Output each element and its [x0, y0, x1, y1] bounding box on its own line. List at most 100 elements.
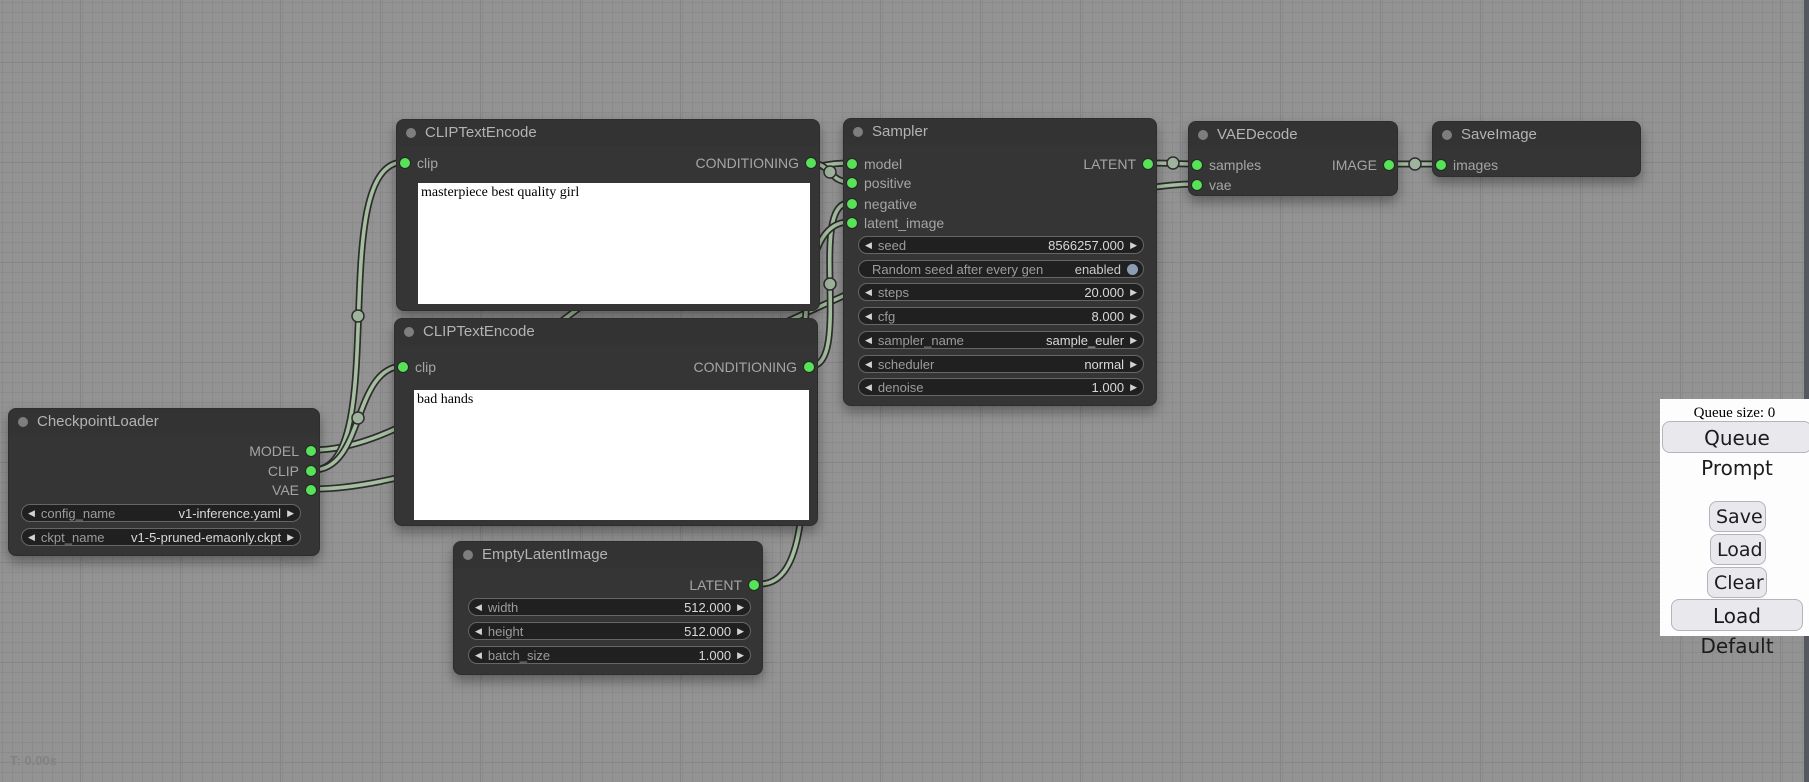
- combo-widget-ckpt_name[interactable]: ◀ckpt_namev1-5-pruned-emaonly.ckpt▶: [21, 528, 301, 546]
- queue-prompt-button[interactable]: Queue Prompt: [1662, 421, 1809, 453]
- combo-widget-steps[interactable]: ◀steps20.000▶: [858, 283, 1144, 301]
- output-slot-label: MODEL: [249, 443, 299, 459]
- left-arrow-icon[interactable]: ◀: [859, 331, 878, 349]
- output-slot-dot[interactable]: [1143, 159, 1153, 169]
- combo-widget-seed[interactable]: ◀seed8566257.000▶: [858, 236, 1144, 254]
- widget-value: 512.000: [684, 600, 731, 615]
- link-midpoint-dot-positive-conditioning[interactable]: [824, 166, 836, 178]
- right-arrow-icon[interactable]: ▶: [1124, 283, 1143, 301]
- combo-widget-sampler_name[interactable]: ◀sampler_namesample_euler▶: [858, 331, 1144, 349]
- node-clip-text-encode-negative[interactable]: CLIPTextEncodeclipCONDITIONINGbad hands: [394, 318, 818, 526]
- right-arrow-icon[interactable]: ▶: [731, 598, 750, 616]
- output-slot-dot[interactable]: [306, 485, 316, 495]
- left-arrow-icon[interactable]: ◀: [469, 598, 488, 616]
- left-arrow-icon[interactable]: ◀: [859, 355, 878, 373]
- node-collapse-dot-icon[interactable]: [18, 417, 28, 427]
- widget-value: 1.000: [699, 648, 732, 663]
- input-slot-latent_image: latent_image: [844, 214, 1156, 232]
- node-title-vae-decode[interactable]: VAEDecode: [1189, 122, 1397, 148]
- right-arrow-icon[interactable]: ▶: [1124, 355, 1143, 373]
- output-slot-dot[interactable]: [1384, 160, 1394, 170]
- combo-widget-scheduler[interactable]: ◀schedulernormal▶: [858, 355, 1144, 373]
- left-arrow-icon[interactable]: ◀: [469, 646, 488, 664]
- input-slot-dot[interactable]: [847, 199, 857, 209]
- left-arrow-icon[interactable]: ◀: [859, 283, 878, 301]
- output-slot-MODEL: MODEL: [9, 442, 319, 460]
- left-arrow-icon[interactable]: ◀: [859, 236, 878, 254]
- output-slot-dot[interactable]: [806, 158, 816, 168]
- input-slot-label: negative: [864, 196, 917, 212]
- input-slot-dot[interactable]: [847, 178, 857, 188]
- right-arrow-icon[interactable]: ▶: [281, 528, 300, 546]
- input-slot-dot[interactable]: [847, 218, 857, 228]
- output-slot-dot[interactable]: [306, 466, 316, 476]
- node-title-label: VAEDecode: [1217, 126, 1298, 143]
- left-arrow-icon[interactable]: ◀: [859, 307, 878, 325]
- node-collapse-dot-icon[interactable]: [406, 128, 416, 138]
- link-midpoint-dot-clip-to-negative-encode[interactable]: [352, 412, 364, 424]
- right-arrow-icon[interactable]: ▶: [1124, 378, 1143, 396]
- node-collapse-dot-icon[interactable]: [404, 327, 414, 337]
- node-save-image[interactable]: SaveImageimages: [1432, 121, 1641, 177]
- right-arrow-icon[interactable]: ▶: [1124, 307, 1143, 325]
- load-button[interactable]: Load: [1710, 534, 1766, 565]
- link-midpoint-dot-latent-to-decode[interactable]: [1167, 157, 1179, 169]
- combo-widget-cfg[interactable]: ◀cfg8.000▶: [858, 307, 1144, 325]
- node-checkpoint-loader[interactable]: CheckpointLoaderMODELCLIPVAE◀config_name…: [8, 408, 320, 556]
- prompt-textarea[interactable]: bad hands: [414, 390, 809, 520]
- combo-widget-width[interactable]: ◀width512.000▶: [468, 598, 751, 616]
- output-slot-dot[interactable]: [306, 446, 316, 456]
- toggle-indicator-icon[interactable]: [1127, 264, 1138, 275]
- right-arrow-icon[interactable]: ▶: [731, 646, 750, 664]
- node-title-empty-latent-image[interactable]: EmptyLatentImage: [454, 542, 762, 568]
- node-collapse-dot-icon[interactable]: [1198, 130, 1208, 140]
- node-collapse-dot-icon[interactable]: [463, 550, 473, 560]
- node-title-label: CLIPTextEncode: [425, 124, 537, 141]
- node-title-label: EmptyLatentImage: [482, 546, 608, 563]
- prompt-textarea[interactable]: masterpiece best quality girl: [418, 183, 810, 304]
- node-title-save-image[interactable]: SaveImage: [1433, 122, 1640, 148]
- clear-button[interactable]: Clear: [1707, 567, 1767, 598]
- vertical-scrollbar[interactable]: [1804, 0, 1809, 782]
- left-arrow-icon[interactable]: ◀: [22, 528, 41, 546]
- input-slot-label: positive: [864, 175, 911, 191]
- left-arrow-icon[interactable]: ◀: [859, 378, 878, 396]
- right-arrow-icon[interactable]: ▶: [1124, 236, 1143, 254]
- link-midpoint-dot-image-to-save[interactable]: [1409, 158, 1421, 170]
- output-slot-label: CONDITIONING: [696, 155, 799, 171]
- node-vae-decode[interactable]: VAEDecodesamplesvaeIMAGE: [1188, 121, 1398, 196]
- widget-value: 8.000: [1092, 309, 1125, 324]
- output-slot-dot[interactable]: [804, 362, 814, 372]
- node-collapse-dot-icon[interactable]: [853, 127, 863, 137]
- combo-widget-height[interactable]: ◀height512.000▶: [468, 622, 751, 640]
- link-midpoint-dot-negative-conditioning[interactable]: [824, 278, 836, 290]
- input-slot-dot[interactable]: [1436, 160, 1446, 170]
- output-slot-LATENT: LATENT: [844, 155, 1156, 173]
- input-slot-dot[interactable]: [1192, 180, 1202, 190]
- toggle-widget-random-seed-after-every-gen[interactable]: Random seed after every genenabled: [858, 260, 1144, 278]
- output-slot-label: CLIP: [268, 463, 299, 479]
- node-clip-text-encode-positive[interactable]: CLIPTextEncodeclipCONDITIONINGmasterpiec…: [396, 119, 820, 311]
- node-sampler[interactable]: Samplermodelpositivenegativelatent_image…: [843, 118, 1157, 406]
- node-title-clip-text-encode-negative[interactable]: CLIPTextEncode: [395, 319, 817, 345]
- left-arrow-icon[interactable]: ◀: [22, 504, 41, 522]
- node-collapse-dot-icon[interactable]: [1442, 130, 1452, 140]
- load-default-button[interactable]: Load Default: [1671, 599, 1803, 631]
- combo-widget-batch_size[interactable]: ◀batch_size1.000▶: [468, 646, 751, 664]
- comfyui-graph-canvas[interactable]: { "colors": { "wire_outer": "#2d2d2d", "…: [0, 0, 1809, 782]
- node-title-clip-text-encode-positive[interactable]: CLIPTextEncode: [397, 120, 819, 146]
- input-slot-label: vae: [1209, 177, 1232, 193]
- node-title-checkpoint-loader[interactable]: CheckpointLoader: [9, 409, 319, 435]
- node-title-sampler[interactable]: Sampler: [844, 119, 1156, 145]
- right-arrow-icon[interactable]: ▶: [1124, 331, 1143, 349]
- output-slot-CONDITIONING: CONDITIONING: [397, 154, 819, 172]
- save-button[interactable]: Save: [1709, 501, 1766, 532]
- left-arrow-icon[interactable]: ◀: [469, 622, 488, 640]
- output-slot-dot[interactable]: [749, 580, 759, 590]
- right-arrow-icon[interactable]: ▶: [731, 622, 750, 640]
- right-arrow-icon[interactable]: ▶: [281, 504, 300, 522]
- combo-widget-denoise[interactable]: ◀denoise1.000▶: [858, 378, 1144, 396]
- node-empty-latent-image[interactable]: EmptyLatentImageLATENT◀width512.000▶◀hei…: [453, 541, 763, 675]
- link-midpoint-dot-clip-to-positive-encode[interactable]: [352, 310, 364, 322]
- combo-widget-config_name[interactable]: ◀config_namev1-inference.yaml▶: [21, 504, 301, 522]
